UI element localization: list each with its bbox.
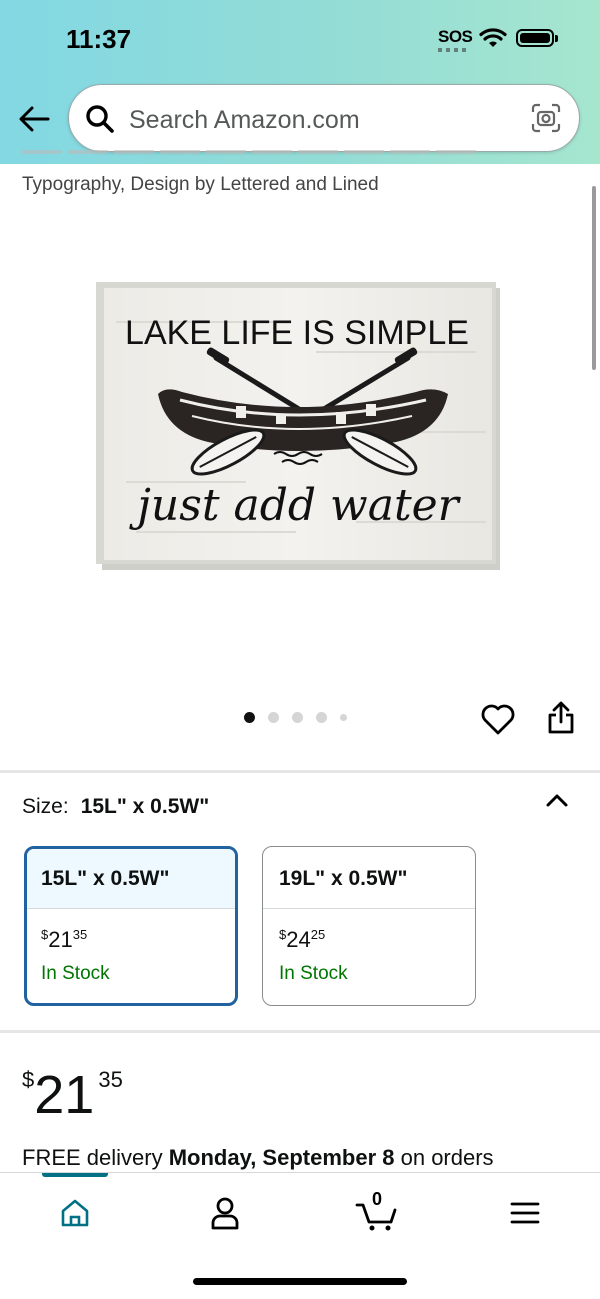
sos-indicator: SOS bbox=[438, 27, 473, 46]
size-option-stock: In Stock bbox=[41, 963, 110, 984]
product-price: $21 35 bbox=[22, 1065, 123, 1125]
home-indicator[interactable] bbox=[193, 1278, 407, 1285]
size-option-price: $2135 bbox=[41, 927, 88, 952]
cart-count-badge: 0 bbox=[372, 1189, 383, 1209]
title-partial-line bbox=[22, 150, 482, 164]
signal-dots-icon bbox=[438, 48, 470, 52]
size-option-15l[interactable]: 15L" x 0.5W" $2135 In Stock bbox=[24, 846, 238, 1006]
share-icon[interactable] bbox=[546, 700, 576, 736]
product-image[interactable]: LAKE LIFE IS SIMPLE just add water bbox=[96, 282, 500, 570]
nav-active-indicator bbox=[42, 1173, 108, 1177]
image-carousel-dots[interactable] bbox=[244, 710, 347, 724]
nav-home[interactable] bbox=[52, 1193, 98, 1233]
size-label-text: Size: bbox=[22, 795, 69, 818]
nav-account[interactable] bbox=[202, 1193, 248, 1233]
size-option-19l[interactable]: 19L" x 0.5W" $2425 In Stock bbox=[262, 846, 476, 1006]
size-option-name: 19L" x 0.5W" bbox=[263, 847, 475, 909]
battery-icon bbox=[516, 29, 558, 47]
size-selected-value: 15L" x 0.5W" bbox=[80, 795, 210, 818]
delivery-info: FREE delivery Monday, September 8 on ord… bbox=[22, 1145, 494, 1170]
carousel-dot[interactable] bbox=[244, 711, 255, 723]
status-time: 11:37 bbox=[66, 24, 132, 54]
product-subtitle: Typography, Design by Lettered and Lined bbox=[22, 174, 379, 195]
person-icon bbox=[211, 1197, 239, 1230]
search-icon bbox=[86, 105, 114, 133]
search-input[interactable] bbox=[127, 101, 511, 139]
heart-icon[interactable] bbox=[480, 702, 516, 736]
carousel-dot[interactable] bbox=[292, 711, 303, 723]
camera-lens-icon[interactable] bbox=[531, 103, 561, 133]
wifi-icon bbox=[479, 28, 507, 47]
size-option-stock: In Stock bbox=[279, 963, 348, 984]
carousel-dot[interactable] bbox=[268, 711, 279, 723]
size-option-name: 15L" x 0.5W" bbox=[27, 849, 235, 909]
section-divider bbox=[0, 1030, 600, 1033]
scrollbar[interactable] bbox=[592, 186, 596, 370]
image-text-line1: LAKE LIFE IS SIMPLE bbox=[125, 314, 469, 352]
search-bar[interactable] bbox=[68, 84, 580, 152]
nav-cart[interactable]: 0 bbox=[354, 1189, 400, 1233]
hamburger-menu-icon bbox=[510, 1202, 540, 1224]
header: 11:37 SOS bbox=[0, 0, 600, 164]
nav-menu[interactable] bbox=[502, 1193, 548, 1233]
carousel-dot[interactable] bbox=[316, 711, 327, 723]
size-selector-label: Size: 15L" x 0.5W" bbox=[22, 795, 209, 819]
image-text-line2: just add water bbox=[128, 480, 461, 531]
home-icon bbox=[61, 1199, 89, 1227]
section-divider bbox=[0, 770, 600, 773]
carousel-dot[interactable] bbox=[340, 713, 347, 721]
back-arrow-icon[interactable] bbox=[14, 100, 54, 140]
chevron-up-icon[interactable] bbox=[542, 786, 572, 816]
size-option-price: $2425 bbox=[279, 927, 326, 952]
